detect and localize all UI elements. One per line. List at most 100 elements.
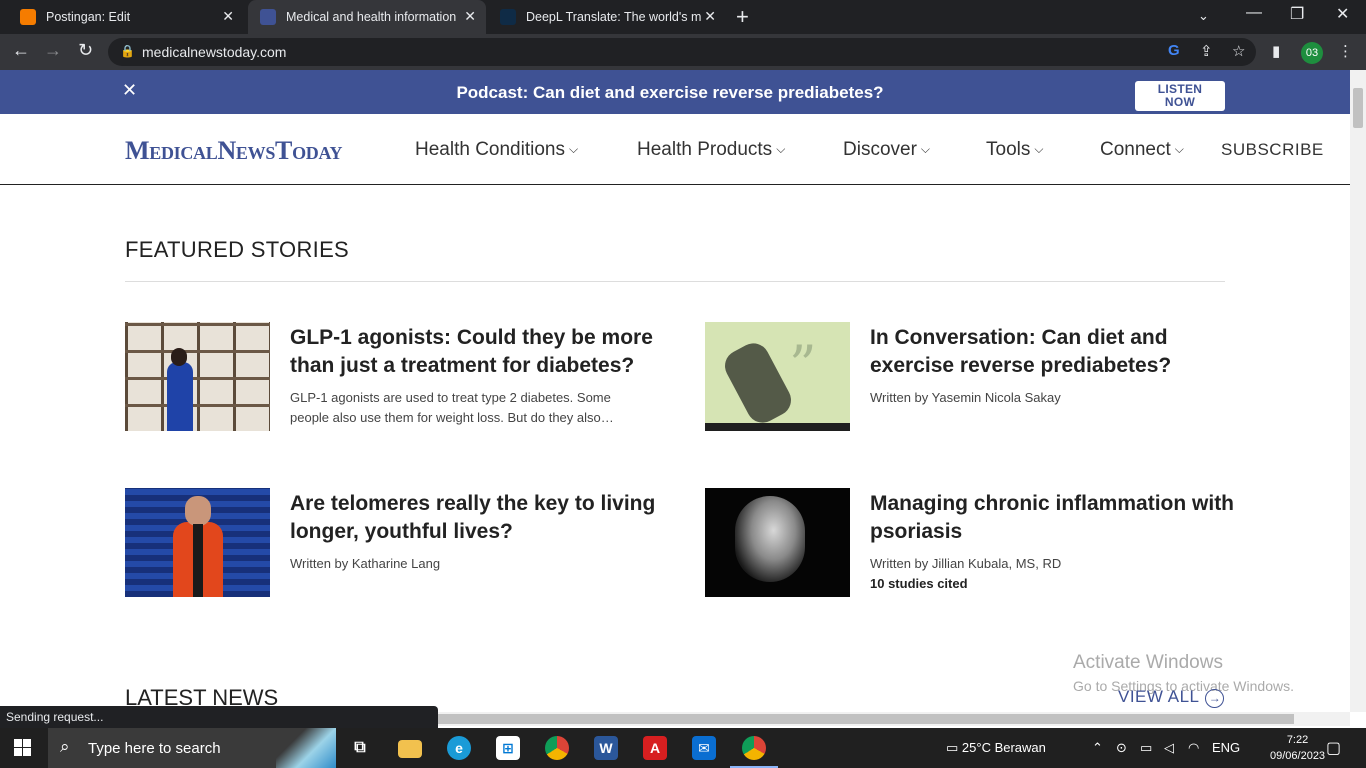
- chrome-icon[interactable]: [545, 736, 569, 760]
- microsoft-store-icon[interactable]: ⊞: [496, 736, 520, 760]
- clock-time: 7:22: [1286, 734, 1309, 746]
- nav-label: Health Products: [637, 139, 773, 160]
- story-card[interactable]: GLP-1 agonists: Could they be more than …: [125, 322, 655, 432]
- deepl-icon: [500, 9, 516, 25]
- view-all-label: VIEW ALL: [1118, 687, 1200, 706]
- now-label: NOW: [1164, 95, 1196, 109]
- scrollbar-thumb[interactable]: [438, 714, 1294, 724]
- back-button[interactable]: ←: [12, 40, 30, 61]
- story-image-woman-portrait[interactable]: [705, 488, 850, 597]
- forward-button[interactable]: →: [44, 40, 62, 61]
- browser-tab-bar: Postingan: Edit ✕ Medical and health inf…: [0, 0, 1366, 34]
- vertical-scrollbar[interactable]: [1350, 70, 1366, 712]
- story-author: Written by Yasemin Nicola Sakay: [870, 390, 1061, 405]
- language-indicator[interactable]: ENG: [1212, 740, 1240, 755]
- profile-avatar[interactable]: 03: [1301, 42, 1323, 64]
- system-clock[interactable]: 7:22 09/06/2023: [1270, 732, 1325, 764]
- search-highlight-image: [276, 728, 336, 768]
- story-summary: GLP-1 agonists are used to treat type 2 …: [290, 390, 614, 425]
- story-author: Written by Jillian Kubala, MS, RD: [870, 556, 1062, 571]
- weather-icon: ▭: [946, 740, 959, 755]
- edge-icon[interactable]: e: [447, 736, 471, 760]
- story-title[interactable]: GLP-1 agonists: Could they be more than …: [290, 324, 660, 380]
- chevron-down-icon: ⌵: [1034, 142, 1044, 156]
- subscribe-link[interactable]: SUBSCRIBE: [1221, 140, 1324, 160]
- tab-title: Medical and health information: [286, 10, 457, 24]
- tab-title: DeepL Translate: The world's most: [526, 10, 701, 24]
- nav-connect[interactable]: Connect ⌵: [1100, 139, 1184, 161]
- nav-health-products[interactable]: Health Products ⌵: [637, 139, 785, 161]
- mnt-favicon-icon: [260, 9, 276, 25]
- tab-search-icon[interactable]: ⌄: [1198, 8, 1209, 24]
- acrobat-icon[interactable]: A: [643, 736, 667, 760]
- network-meeting-icon[interactable]: ⊙: [1116, 740, 1127, 756]
- story-title[interactable]: Are telomeres really the key to living l…: [290, 490, 660, 546]
- bookmark-star-icon[interactable]: ☆: [1232, 42, 1245, 60]
- site-header: MedicalNewsToday Health Conditions ⌵ Heal…: [0, 114, 1350, 185]
- side-panel-icon[interactable]: ▮: [1272, 42, 1280, 60]
- tray-chevron-icon[interactable]: ⌃: [1092, 740, 1103, 756]
- search-placeholder: Type here to search: [88, 740, 221, 757]
- nav-discover[interactable]: Discover ⌵: [843, 139, 930, 161]
- nav-label: Connect: [1100, 139, 1171, 160]
- search-icon: ⌕: [60, 737, 70, 756]
- nav-health-conditions[interactable]: Health Conditions ⌵: [415, 139, 578, 161]
- battery-icon[interactable]: ▭: [1140, 740, 1152, 756]
- weather-widget[interactable]: ▭ 25°C Berawan: [946, 740, 1046, 756]
- share-icon[interactable]: ⇪: [1200, 42, 1213, 60]
- chevron-down-icon: ⌵: [920, 142, 931, 156]
- tab-medical[interactable]: Medical and health information ✕: [248, 0, 486, 34]
- file-explorer-icon[interactable]: [398, 740, 422, 758]
- address-bar[interactable]: 🔒 medicalnewstoday.com: [108, 38, 1256, 66]
- story-image-dumbbell[interactable]: ”: [705, 322, 850, 431]
- view-all-link[interactable]: VIEW ALL →: [1118, 687, 1225, 708]
- menu-icon[interactable]: ⋮: [1338, 42, 1353, 60]
- url-text[interactable]: medicalnewstoday.com: [142, 44, 286, 60]
- story-title[interactable]: Managing chronic inflammation with psori…: [870, 490, 1240, 546]
- divider: [125, 281, 1225, 282]
- nav-tools[interactable]: Tools ⌵: [986, 139, 1043, 161]
- reload-button[interactable]: ↻: [78, 40, 93, 61]
- story-card[interactable]: Managing chronic inflammation with psori…: [705, 488, 1235, 598]
- new-tab-button[interactable]: +: [736, 4, 749, 30]
- chrome-profile-icon[interactable]: [730, 736, 778, 768]
- wifi-icon[interactable]: ◠: [1188, 740, 1199, 756]
- studies-cited: 10 studies cited: [870, 576, 968, 591]
- story-title[interactable]: In Conversation: Can diet and exercise r…: [870, 324, 1240, 380]
- volume-icon[interactable]: ◁: [1164, 740, 1174, 756]
- listen-now-button[interactable]: LISTEN NOW: [1135, 81, 1225, 111]
- story-card[interactable]: ” In Conversation: Can diet and exercise…: [705, 322, 1235, 432]
- google-icon[interactable]: G: [1168, 42, 1180, 59]
- close-tab-icon[interactable]: ✕: [222, 8, 234, 25]
- close-window-button[interactable]: ✕: [1336, 4, 1349, 24]
- clock-date: 09/06/2023: [1270, 750, 1326, 762]
- windows-taskbar: ⌕ Type here to search ⧉ e ⊞ W A ✉ ▭ 25°C…: [0, 728, 1366, 768]
- chevron-down-icon: ⌵: [1174, 142, 1184, 156]
- story-image-pharmacy[interactable]: [125, 322, 270, 431]
- taskbar-search-box[interactable]: ⌕ Type here to search: [48, 728, 336, 768]
- close-tab-icon[interactable]: ✕: [704, 8, 716, 25]
- nav-label: Health Conditions: [415, 139, 565, 160]
- tab-title: Postingan: Edit: [46, 10, 131, 24]
- notification-icon[interactable]: ▢: [1326, 738, 1341, 758]
- tab-deepl[interactable]: DeepL Translate: The world's most ✕: [488, 0, 726, 34]
- scrollbar-thumb[interactable]: [1353, 88, 1363, 128]
- weather-text: 25°C Berawan: [961, 740, 1046, 755]
- minimize-button[interactable]: —: [1246, 4, 1262, 22]
- windows-start-icon[interactable]: [14, 739, 32, 757]
- status-bar: Sending request...: [0, 706, 438, 728]
- chevron-down-icon: ⌵: [776, 142, 786, 156]
- tab-postingan[interactable]: Postingan: Edit ✕: [8, 0, 244, 34]
- story-image-man-orange-jacket[interactable]: [125, 488, 270, 597]
- site-logo[interactable]: MedicalNewsToday: [125, 136, 343, 166]
- lock-icon[interactable]: 🔒: [120, 44, 135, 58]
- story-card[interactable]: Are telomeres really the key to living l…: [125, 488, 655, 598]
- featured-stories-heading: FEATURED STORIES: [125, 237, 350, 262]
- browser-toolbar: ← → ↻ 🔒 medicalnewstoday.com G ⇪ ☆ ▮ 03 …: [0, 34, 1366, 70]
- word-icon[interactable]: W: [594, 736, 618, 760]
- close-tab-icon[interactable]: ✕: [464, 8, 476, 25]
- mail-icon[interactable]: ✉: [692, 736, 716, 760]
- restore-button[interactable]: ❐: [1290, 4, 1304, 24]
- horizontal-scrollbar[interactable]: [438, 712, 1350, 726]
- task-view-icon[interactable]: ⧉: [348, 736, 372, 760]
